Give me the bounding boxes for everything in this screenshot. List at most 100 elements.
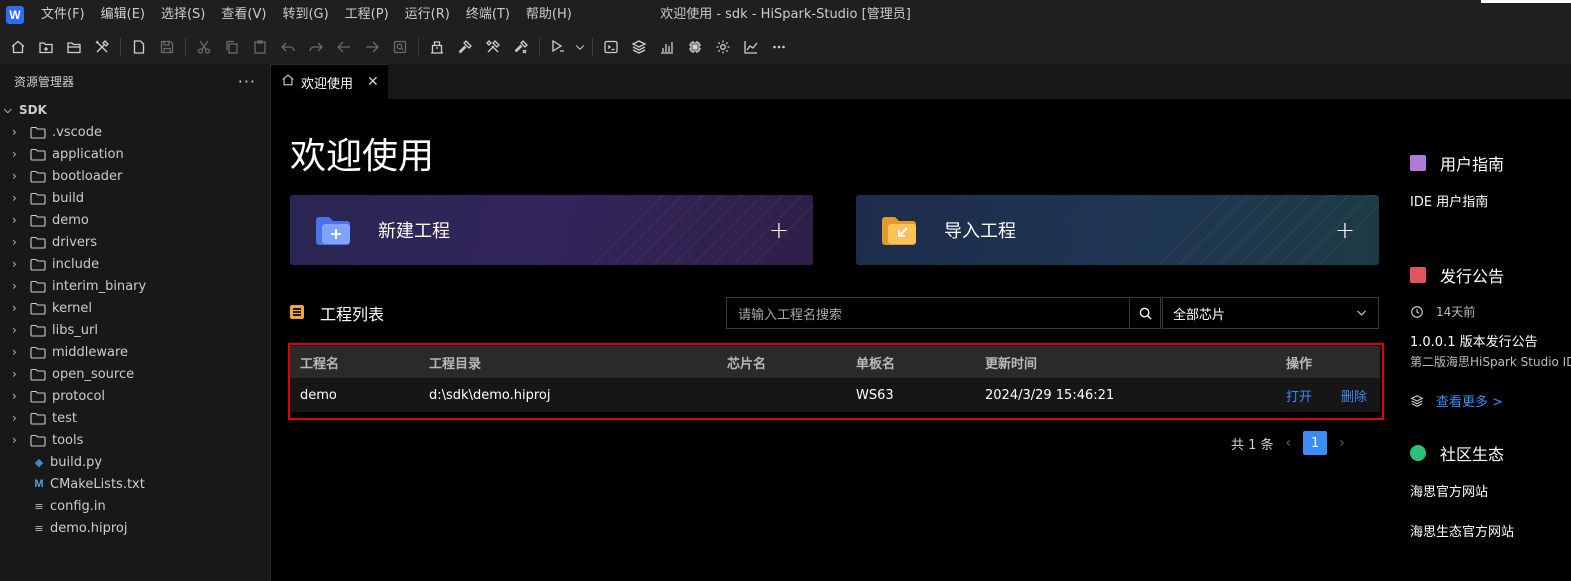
tree-folder-item[interactable]: › protocol: [0, 385, 270, 407]
layers-icon: [1410, 394, 1424, 407]
home-icon[interactable]: [4, 33, 32, 61]
menu-terminal[interactable]: 终端(T): [458, 0, 518, 30]
folder-icon: [30, 412, 46, 425]
tree-item-label: drivers: [52, 234, 98, 250]
community-title: 社区生态: [1440, 445, 1505, 464]
tree-folder-item[interactable]: › bootloader: [0, 165, 270, 187]
chip-icon[interactable]: [681, 33, 709, 61]
save-icon[interactable]: [153, 33, 181, 61]
tree-folder-item[interactable]: › interim_binary: [0, 275, 270, 297]
highlight-box: [288, 343, 1384, 420]
hammer-icon[interactable]: [451, 33, 479, 61]
menu-goto[interactable]: 转到(G): [274, 0, 336, 30]
toolbar-separator: [592, 38, 593, 56]
search-icon[interactable]: [1129, 297, 1161, 329]
tree-folder-item[interactable]: › test: [0, 407, 270, 429]
chevron-right-icon[interactable]: ›: [1339, 435, 1345, 451]
layers-icon[interactable]: [625, 33, 653, 61]
undo-icon[interactable]: [274, 33, 302, 61]
tree-folder-item[interactable]: › open_source: [0, 363, 270, 385]
tree-folder-item[interactable]: › libs_url: [0, 319, 270, 341]
new-file-icon[interactable]: [32, 33, 60, 61]
menu-help[interactable]: 帮助(H): [518, 0, 580, 30]
tree-folder-item[interactable]: › demo: [0, 209, 270, 231]
chip-filter-select[interactable]: 全部芯片: [1162, 297, 1379, 329]
back-arrow-icon[interactable]: [330, 33, 358, 61]
home-icon: [281, 73, 295, 91]
menu-view[interactable]: 查看(V): [213, 0, 274, 30]
menu-file[interactable]: 文件(F): [33, 0, 93, 30]
chip-filter-value: 全部芯片: [1173, 307, 1226, 323]
chevron-down-icon[interactable]: [572, 33, 588, 61]
menu-selection[interactable]: 选择(S): [153, 0, 213, 30]
announcement-icon: [1410, 267, 1426, 283]
release-version-link[interactable]: 1.0.0.1 版本发行公告: [1410, 331, 1538, 350]
tree-item-label: demo.hiproj: [50, 520, 128, 536]
chevron-right-icon: ›: [12, 235, 17, 249]
cut-icon[interactable]: [190, 33, 218, 61]
tools-icon[interactable]: [88, 33, 116, 61]
tree-folder-item[interactable]: › middleware: [0, 341, 270, 363]
app-logo-icon: W: [6, 6, 24, 24]
import-project-card[interactable]: 导入工程 +: [856, 195, 1379, 265]
open-folder-icon[interactable]: [60, 33, 88, 61]
tree-item-label: CMakeLists.txt: [50, 476, 145, 492]
menu-edit[interactable]: 编辑(E): [93, 0, 153, 30]
chevron-left-icon[interactable]: ‹: [1286, 435, 1292, 451]
ide-guide-link[interactable]: IDE 用户指南: [1410, 191, 1488, 210]
toolbar-separator: [120, 38, 121, 56]
find-file-icon[interactable]: [386, 33, 414, 61]
tab-label: 欢迎使用: [301, 76, 354, 92]
tree-item-label: .vscode: [52, 124, 102, 140]
menu-run[interactable]: 运行(R): [397, 0, 458, 30]
tree-file-item[interactable]: M CMakeLists.txt: [0, 473, 270, 495]
tree-item-label: build.py: [50, 454, 103, 470]
tree-folder-item[interactable]: › include: [0, 253, 270, 275]
hisilicon-official-site-link[interactable]: 海思官方网站: [1410, 481, 1488, 500]
settings-gear-icon[interactable]: [709, 33, 737, 61]
hisilicon-ecosystem-site-link[interactable]: 海思生态官方网站: [1410, 521, 1514, 540]
chevron-right-icon: ›: [12, 301, 17, 315]
project-search-input[interactable]: 请输入工程名搜索: [726, 297, 1130, 329]
redo-icon[interactable]: [302, 33, 330, 61]
clean-icon[interactable]: [507, 33, 535, 61]
forward-arrow-icon[interactable]: [358, 33, 386, 61]
tree-folder-item[interactable]: › .vscode: [0, 121, 270, 143]
flash-burn-icon[interactable]: [544, 33, 572, 61]
folder-icon: [30, 192, 46, 205]
page-number-button[interactable]: 1: [1303, 431, 1328, 455]
tree-file-item[interactable]: ≡ demo.hiproj: [0, 517, 270, 539]
tree-root-sdk[interactable]: ⌵ SDK: [0, 99, 270, 121]
explorer-sidebar: 资源管理器 ··· ⌵ SDK › .vscode › application › boo…: [0, 64, 271, 581]
import-folder-icon: [882, 217, 916, 245]
tree-folder-item[interactable]: › build: [0, 187, 270, 209]
close-icon[interactable]: ✕: [367, 74, 379, 90]
release-notes-section: 发行公告: [1410, 263, 1504, 287]
more-icon[interactable]: ···: [238, 72, 256, 91]
more-icon[interactable]: [765, 33, 793, 61]
see-more-link[interactable]: 查看更多 >: [1410, 391, 1503, 410]
tree-folder-item[interactable]: › kernel: [0, 297, 270, 319]
paste-icon[interactable]: [246, 33, 274, 61]
cmake-icon: M: [34, 478, 44, 490]
explorer-title: 资源管理器: [14, 75, 75, 89]
tree-item-label: middleware: [52, 344, 129, 360]
rebuild-icon[interactable]: [479, 33, 507, 61]
tab-welcome[interactable]: 欢迎使用 ✕: [271, 64, 388, 99]
tree-folder-item[interactable]: › tools: [0, 429, 270, 451]
build-icon[interactable]: [423, 33, 451, 61]
tree-folder-item[interactable]: › drivers: [0, 231, 270, 253]
tree-file-item[interactable]: ≡ config.in: [0, 495, 270, 517]
tree-file-item[interactable]: ◆ build.py: [0, 451, 270, 473]
menu-project[interactable]: 工程(P): [337, 0, 397, 30]
tree-folder-item[interactable]: › application: [0, 143, 270, 165]
bar-chart-icon[interactable]: [653, 33, 681, 61]
line-chart-icon[interactable]: [737, 33, 765, 61]
release-description: 第二版海思HiSpark Studio IDE: [1410, 355, 1571, 369]
terminal-icon[interactable]: [597, 33, 625, 61]
list-icon: [290, 305, 304, 319]
new-project-card[interactable]: 新建工程 +: [290, 195, 813, 265]
folder-icon: [30, 236, 46, 249]
new-document-icon[interactable]: [125, 33, 153, 61]
copy-icon[interactable]: [218, 33, 246, 61]
